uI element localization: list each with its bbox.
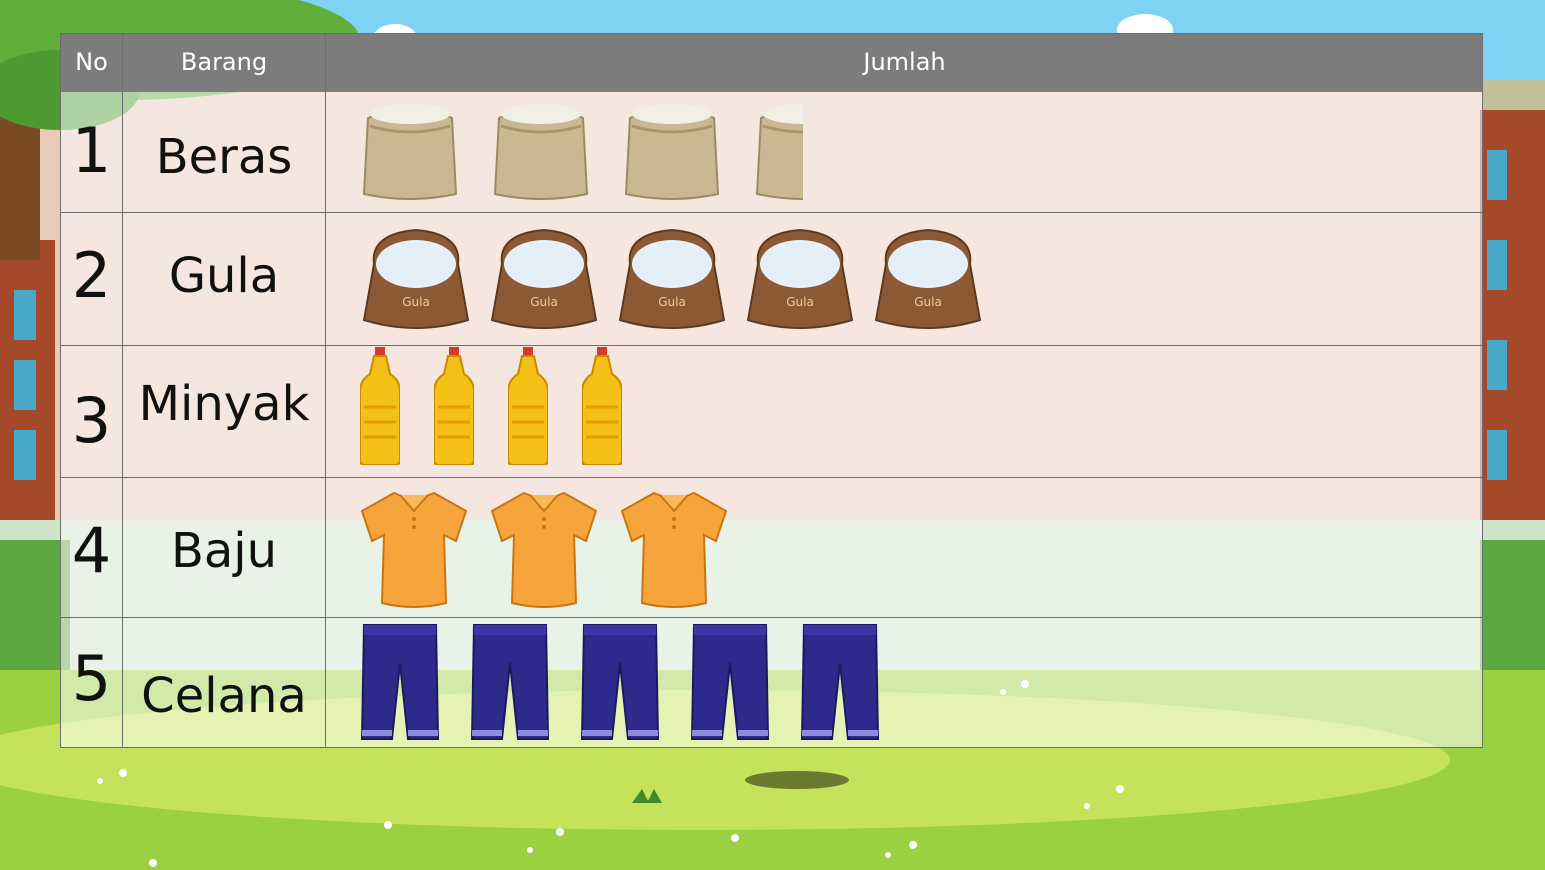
row-number: 4 (71, 514, 112, 587)
item-name: Beras (155, 129, 293, 185)
header-no: No (75, 48, 108, 76)
rice-sack-icon (755, 104, 803, 200)
item-name: Minyak (138, 376, 310, 432)
row-divider (61, 212, 1482, 213)
pants-icon (800, 624, 880, 740)
row-number: 3 (71, 384, 112, 457)
item-name: Baju (170, 523, 278, 579)
pants-icon (470, 624, 550, 740)
sugar-sack-icon: Gula (874, 228, 982, 329)
rice-sack-icon (624, 104, 720, 200)
row-divider (61, 617, 1482, 618)
svg-text:Gula: Gula (530, 295, 558, 309)
row-number: 2 (71, 239, 112, 312)
header-amount: Jumlah (863, 48, 946, 76)
item-name: Celana (141, 668, 307, 724)
sugar-sack-icon: Gula (618, 228, 726, 329)
shirt-icon (360, 491, 468, 608)
pants-icon (360, 624, 440, 740)
rice-sack-icon (493, 104, 589, 200)
goods-table: No Barang Jumlah 1 Beras 2 Gula Gula Gul… (60, 33, 1483, 748)
row-number: 5 (71, 642, 112, 715)
pants-icon (690, 624, 770, 740)
oil-bottle-icon (508, 347, 548, 465)
sugar-sack-icon: Gula (746, 228, 854, 329)
oil-bottle-icon (434, 347, 474, 465)
rice-sack-icon (362, 104, 458, 200)
table-header: No Barang Jumlah (61, 34, 1482, 92)
svg-text:Gula: Gula (914, 295, 942, 309)
svg-text:Gula: Gula (658, 295, 686, 309)
svg-text:Gula: Gula (786, 295, 814, 309)
row-number: 1 (71, 114, 112, 187)
shirt-icon (620, 491, 728, 608)
shirt-icon (490, 491, 598, 608)
sugar-sack-icon: Gula (362, 228, 470, 329)
pants-icon (580, 624, 660, 740)
oil-bottle-icon (582, 347, 622, 465)
sugar-sack-icon: Gula (490, 228, 598, 329)
column-divider (325, 34, 326, 747)
row-divider (61, 345, 1482, 346)
item-name: Gula (168, 248, 280, 304)
svg-text:Gula: Gula (402, 295, 430, 309)
header-item: Barang (180, 48, 268, 76)
oil-bottle-icon (360, 347, 400, 465)
row-divider (61, 477, 1482, 478)
